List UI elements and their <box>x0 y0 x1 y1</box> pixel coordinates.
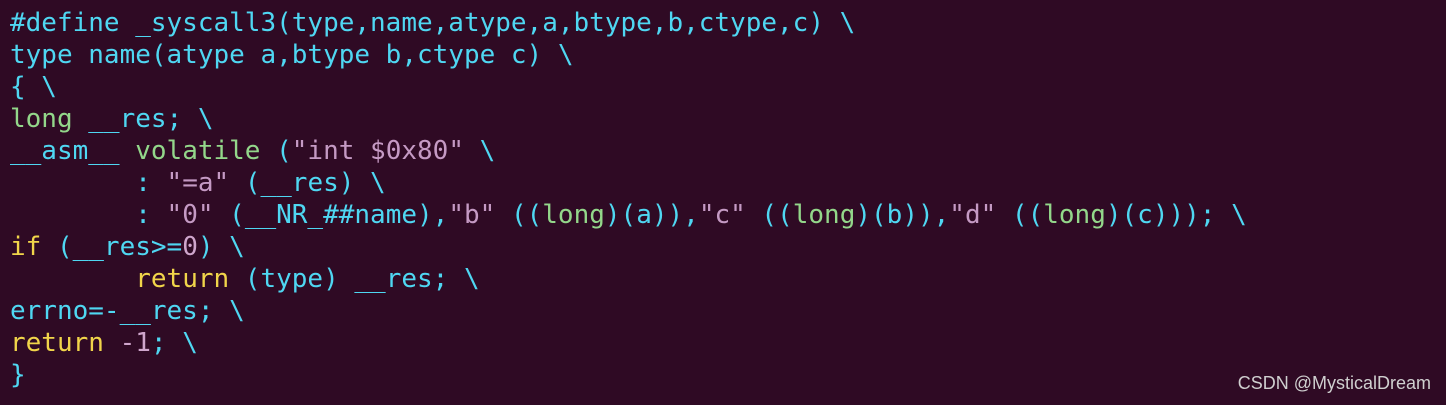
code-token: ( <box>260 136 292 166</box>
code-token: -1 <box>119 328 151 358</box>
code-token: "0" <box>166 200 214 230</box>
code-token: 0 <box>182 232 198 262</box>
code-line: if (__res>=0) \ <box>10 231 1247 263</box>
code-token: "d" <box>949 200 997 230</box>
watermark-text: CSDN @MysticalDream <box>1237 373 1431 393</box>
code-token: long <box>542 200 605 230</box>
code-token: )(c))); \ <box>1105 200 1247 230</box>
code-line: return (type) __res; \ <box>10 263 1247 295</box>
code-token: \ <box>463 136 496 166</box>
code-token: __res; \ <box>72 104 214 134</box>
code-line: : "0" (__NR_##name),"b" ((long)(a)),"c" … <box>10 199 1247 231</box>
code-token: long <box>1043 200 1106 230</box>
code-editor[interactable]: #define _syscall3(type,name,atype,a,btyp… <box>10 7 1247 391</box>
code-line: #define _syscall3(type,name,atype,a,btyp… <box>10 7 1247 39</box>
code-token: type name(atype a,btype b,ctype c) \ <box>10 40 574 70</box>
code-token: (( <box>495 200 543 230</box>
code-token: (__res) \ <box>229 168 386 198</box>
code-line: : "=a" (__res) \ <box>10 167 1247 199</box>
code-line: { \ <box>10 71 1247 103</box>
code-token: : <box>10 200 167 230</box>
code-token: volatile <box>135 136 261 166</box>
code-token: long <box>10 104 73 134</box>
code-token: (( <box>996 200 1044 230</box>
code-token: return <box>10 328 104 358</box>
code-token: ; \ <box>150 328 198 358</box>
code-line: type name(atype a,btype b,ctype c) \ <box>10 39 1247 71</box>
code-token: "b" <box>448 200 496 230</box>
code-token: long <box>792 200 856 230</box>
code-token: __asm__ <box>10 136 136 166</box>
code-token: errno=-__res; \ <box>10 296 245 326</box>
code-token: "=a" <box>166 168 230 198</box>
code-line: long __res; \ <box>10 103 1247 135</box>
code-token: ) \ <box>197 232 245 262</box>
code-token: (( <box>745 200 793 230</box>
code-token: { \ <box>10 72 57 102</box>
code-line: errno=-__res; \ <box>10 295 1247 327</box>
code-line: } <box>10 359 1247 391</box>
code-token: )(a)), <box>604 200 699 230</box>
code-line: return -1; \ <box>10 327 1247 359</box>
code-line: __asm__ volatile ("int $0x80" \ <box>10 135 1247 167</box>
code-token: (type) __res; \ <box>229 264 480 294</box>
code-token: "int $0x80" <box>291 136 464 166</box>
code-token: (__NR_##name), <box>213 200 449 230</box>
code-token: return <box>135 264 230 294</box>
code-token: } <box>10 360 26 390</box>
code-token: : <box>10 168 167 198</box>
code-token: "c" <box>698 200 746 230</box>
code-token: #define _syscall3(type,name,atype,a,btyp… <box>10 8 856 38</box>
code-token: (__res>= <box>41 232 183 262</box>
code-token: )(b)), <box>855 200 950 230</box>
code-token: if <box>10 232 42 262</box>
